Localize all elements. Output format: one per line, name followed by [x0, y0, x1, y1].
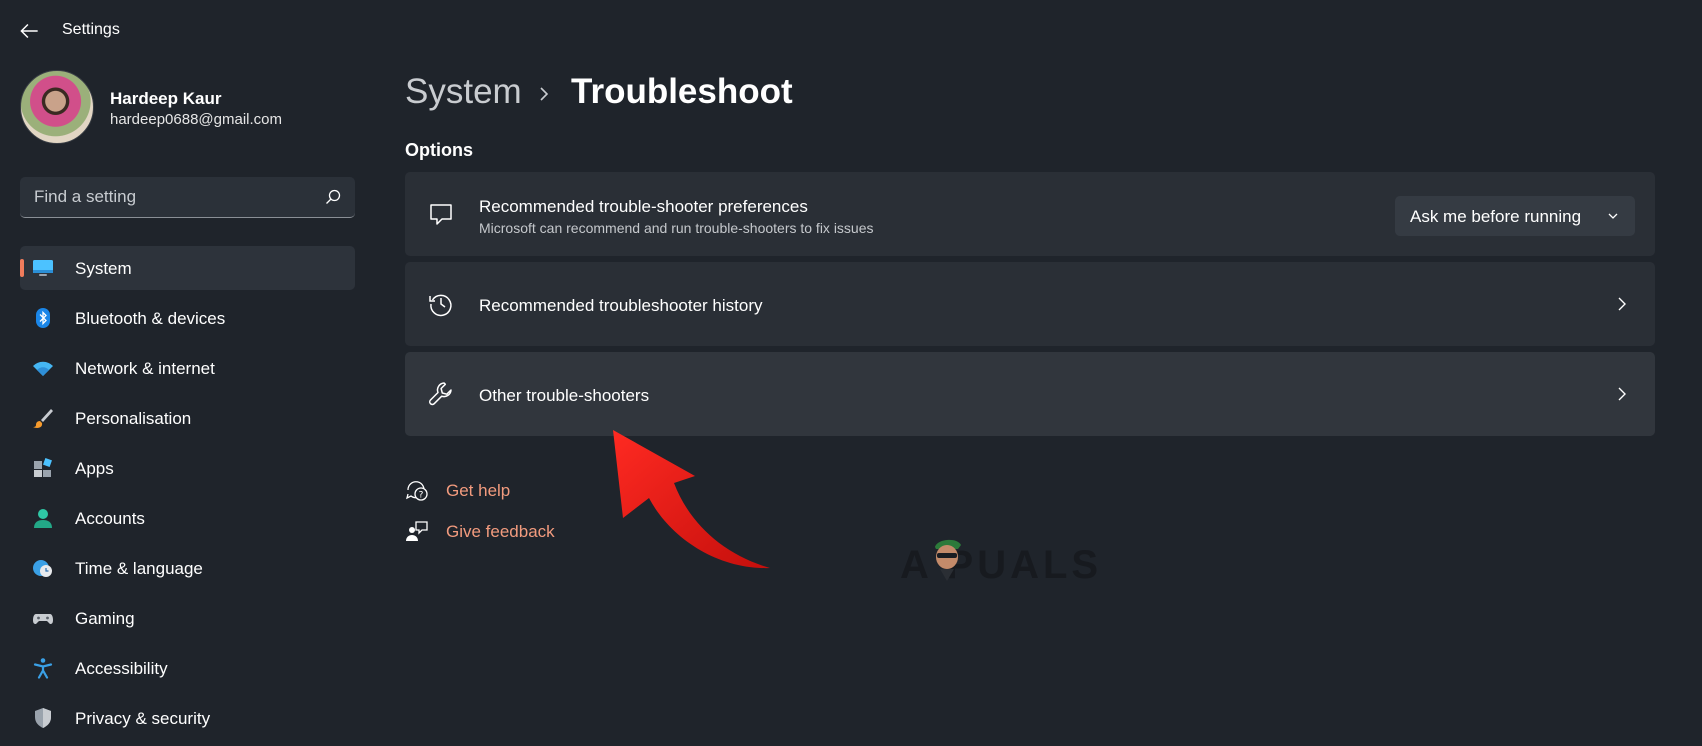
sidebar-item-system[interactable]: System	[20, 246, 355, 290]
title-bar: Settings	[0, 0, 1702, 60]
chevron-right-icon	[540, 87, 549, 101]
wrench-icon	[427, 380, 455, 408]
apps-icon	[32, 457, 54, 479]
sidebar-item-label: Bluetooth & devices	[75, 309, 226, 328]
bluetooth-icon	[32, 307, 54, 329]
card-title: Recommended trouble-shooter preferences	[479, 197, 808, 216]
chat-bubble-icon	[427, 200, 455, 228]
search-icon[interactable]	[323, 187, 343, 207]
user-profile[interactable]: Hardeep Kaur hardeep0688@gmail.com	[20, 70, 360, 144]
back-arrow-icon	[20, 23, 38, 39]
profile-email: hardeep0688@gmail.com	[110, 111, 282, 128]
card-subtitle: Microsoft can recommend and run trouble-…	[479, 220, 874, 236]
accessibility-icon	[32, 657, 54, 679]
troubleshooter-preference-dropdown[interactable]: Ask me before running	[1395, 196, 1635, 236]
appuals-mascot-logo	[935, 539, 961, 581]
settings-window: Settings Hardeep Kaur hardeep0688@gmail.…	[0, 0, 1702, 746]
avatar	[20, 70, 94, 144]
gamepad-icon	[32, 607, 54, 629]
monitor-icon	[32, 257, 54, 279]
paintbrush-icon	[32, 407, 54, 429]
sidebar-item-label: Apps	[75, 459, 114, 478]
sidebar-item-label: Accounts	[75, 509, 145, 528]
sidebar-item-label: Gaming	[75, 609, 135, 628]
shield-icon	[32, 707, 54, 729]
sidebar-item-accounts[interactable]: Accounts	[20, 496, 355, 540]
chevron-right-icon	[1618, 297, 1626, 311]
sidebar-item-label: Privacy & security	[75, 709, 211, 728]
get-help-label: Get help	[446, 481, 511, 500]
app-title: Settings	[62, 21, 120, 38]
sidebar-item-label: System	[75, 259, 132, 278]
page-title: Troubleshoot	[571, 72, 793, 111]
sidebar-item-label: Network & internet	[75, 359, 215, 378]
globe-clock-icon	[32, 557, 54, 579]
sidebar-item-gaming[interactable]: Gaming	[20, 596, 355, 640]
sidebar-item-bluetooth[interactable]: Bluetooth & devices	[20, 296, 355, 340]
troubleshooter-preferences-card: Recommended trouble-shooter preferences …	[405, 172, 1655, 256]
sidebar-item-label: Time & language	[75, 559, 203, 578]
svg-text:?: ?	[419, 491, 424, 501]
back-button[interactable]	[16, 18, 42, 44]
other-troubleshooters-card[interactable]: Other trouble-shooters	[405, 352, 1655, 436]
history-icon	[427, 290, 455, 318]
sidebar-item-label: Accessibility	[75, 659, 168, 678]
sidebar-item-personalisation[interactable]: Personalisation	[20, 396, 355, 440]
section-title: Options	[405, 140, 473, 160]
troubleshooter-history-card[interactable]: Recommended troubleshooter history	[405, 262, 1655, 346]
sidebar-item-time-language[interactable]: Time & language	[20, 546, 355, 590]
sidebar-item-label: Personalisation	[75, 409, 192, 428]
card-title: Recommended troubleshooter history	[479, 296, 763, 315]
chevron-down-icon	[1608, 213, 1618, 219]
give-feedback-label: Give feedback	[446, 522, 555, 541]
dropdown-selected-value: Ask me before running	[1410, 207, 1582, 226]
profile-name: Hardeep Kaur	[110, 89, 222, 108]
card-title: Other trouble-shooters	[479, 386, 650, 405]
feedback-icon	[406, 521, 428, 541]
sidebar-item-apps[interactable]: Apps	[20, 446, 355, 490]
help-chat-icon: ?	[406, 481, 428, 501]
person-icon	[32, 507, 54, 529]
sidebar-item-accessibility[interactable]: Accessibility	[20, 646, 355, 690]
search-input[interactable]	[20, 177, 310, 217]
chevron-right-icon	[1618, 387, 1626, 401]
sidebar-item-privacy-security[interactable]: Privacy & security	[20, 696, 355, 740]
search-box	[20, 177, 355, 218]
wifi-icon	[32, 357, 54, 379]
breadcrumb-parent[interactable]: System	[405, 72, 522, 112]
sidebar-nav: System Bluetooth & devices Network & int…	[20, 246, 355, 746]
sidebar-item-network[interactable]: Network & internet	[20, 346, 355, 390]
red-annotation-arrow	[613, 430, 770, 569]
